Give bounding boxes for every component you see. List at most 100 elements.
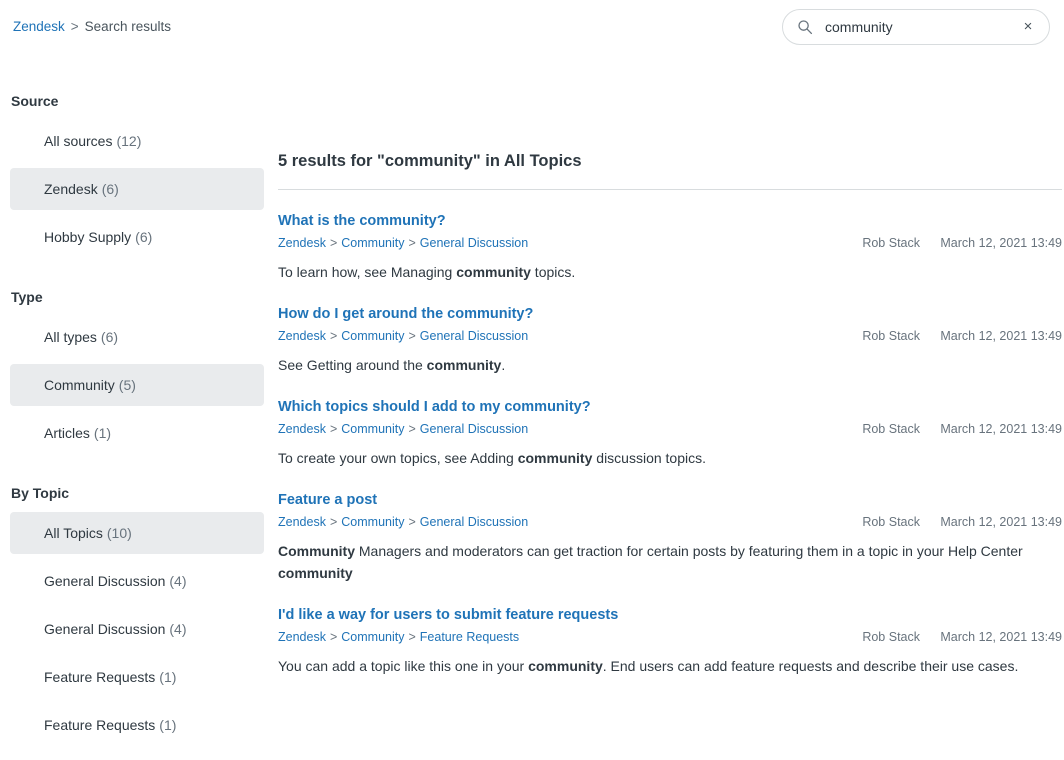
search-input[interactable] xyxy=(813,11,1015,43)
result-meta-row: Zendesk > Community > Feature Requests Rob St… xyxy=(278,629,1062,645)
result-breadcrumb: Zendesk > Community > General Discussion xyxy=(278,421,862,437)
result-snippet-text: . End users can add feature requests and… xyxy=(602,658,1019,674)
search-icon xyxy=(797,19,813,35)
clear-search-icon[interactable]: × xyxy=(1015,14,1041,40)
breadcrumb-separator: > xyxy=(329,515,338,529)
result-breadcrumb-link[interactable]: Zendesk xyxy=(278,329,326,343)
result-breadcrumb-link[interactable]: General Discussion xyxy=(420,422,528,436)
facet-item-feature-requests[interactable]: Feature Requests (1) xyxy=(10,704,264,746)
facet-item-community[interactable]: Community (5) xyxy=(10,364,264,406)
result-breadcrumb-link[interactable]: General Discussion xyxy=(420,236,528,250)
result-author: Rob Stack xyxy=(862,630,920,644)
breadcrumb: Zendesk > Search results xyxy=(13,19,171,35)
breadcrumb-separator: > xyxy=(329,329,338,343)
result-meta-row: Zendesk > Community > General Discussion Rob … xyxy=(278,514,1062,530)
facet-item-label: General Discussion xyxy=(44,621,166,637)
facet-item-label: Zendesk xyxy=(44,181,98,197)
result-title-link[interactable]: I'd like a way for users to submit featu… xyxy=(278,606,618,625)
result-breadcrumb-link[interactable]: General Discussion xyxy=(420,515,528,529)
search-box[interactable]: × xyxy=(782,9,1050,45)
result-title-link[interactable]: How do I get around the community? xyxy=(278,305,533,324)
facet-item-label: Articles xyxy=(44,425,90,441)
facet-item-count: (4) xyxy=(169,621,187,637)
result-breadcrumb-link[interactable]: Zendesk xyxy=(278,236,326,250)
result-date: March 12, 2021 13:49 xyxy=(940,329,1062,343)
facet-group: By Topic All Topics (10) General Discussion… xyxy=(0,484,274,746)
result-snippet-text: topics. xyxy=(530,264,576,280)
search-result-item: Which topics should I add to my communit… xyxy=(278,376,1062,469)
facet-item-label: All types xyxy=(44,329,97,345)
facet-group: Source All sources (12) Zendesk (6) Hobby Sup… xyxy=(0,92,274,258)
result-breadcrumb-link[interactable]: Community xyxy=(341,422,404,436)
breadcrumb-separator: > xyxy=(408,422,416,436)
breadcrumb-separator: > xyxy=(408,630,416,644)
result-snippet-highlight: community xyxy=(426,357,502,373)
result-author: Rob Stack xyxy=(862,515,920,529)
result-breadcrumb-link[interactable]: Community xyxy=(341,236,404,250)
result-snippet-text: To create your own topics, see Adding xyxy=(278,450,518,466)
facet-section-gap xyxy=(0,464,274,484)
facet-item-label: General Discussion xyxy=(44,573,166,589)
result-breadcrumb-link[interactable]: Community xyxy=(341,630,404,644)
result-snippet: You can add a topic like this one in you… xyxy=(278,655,1026,677)
breadcrumb-separator: > xyxy=(329,422,338,436)
breadcrumb-separator: > xyxy=(329,630,338,644)
facet-item-label: All Topics xyxy=(44,525,103,541)
facet-item-articles[interactable]: Articles (1) xyxy=(10,412,264,454)
result-snippet-text: discussion topics. xyxy=(592,450,706,466)
result-breadcrumb-link[interactable]: General Discussion xyxy=(420,329,528,343)
facet-list: All types (6) Community (5) Articles (1) xyxy=(0,316,274,454)
result-snippet-highlight: community xyxy=(278,565,353,581)
result-snippet: To create your own topics, see Adding co… xyxy=(278,447,1026,469)
facet-item-all-topics[interactable]: All Topics (10) xyxy=(10,512,264,554)
filters-sidebar: Source All sources (12) Zendesk (6) Hobby Sup… xyxy=(0,54,274,756)
facet-title: Source xyxy=(11,93,59,109)
search-result-item: How do I get around the community? Zendes… xyxy=(278,283,1062,376)
facet-item-feature-requests[interactable]: Feature Requests (1) xyxy=(10,656,264,698)
facet-item-hobby-supply[interactable]: Hobby Supply (6) xyxy=(10,216,264,258)
facet-list: All Topics (10) General Discussion (4) Gener… xyxy=(0,512,274,746)
result-title-link[interactable]: What is the community? xyxy=(278,212,446,231)
facet-list: All sources (12) Zendesk (6) Hobby Supply (6) xyxy=(0,120,274,258)
result-snippet: To learn how, see Managing community top… xyxy=(278,261,1026,283)
result-breadcrumb-link[interactable]: Community xyxy=(341,329,404,343)
search-results-panel: 5 results for "community" in All Topics … xyxy=(274,54,1064,677)
result-breadcrumb-link[interactable]: Zendesk xyxy=(278,630,326,644)
result-title-link[interactable]: Which topics should I add to my communit… xyxy=(278,398,591,417)
breadcrumb-separator: > xyxy=(408,515,416,529)
facet-title: Type xyxy=(11,289,43,305)
facet-item-general-discussion[interactable]: General Discussion (4) xyxy=(10,608,264,650)
facet-item-general-discussion[interactable]: General Discussion (4) xyxy=(10,560,264,602)
results-heading: 5 results for "community" in All Topics xyxy=(278,152,582,170)
breadcrumb-link-zendesk[interactable]: Zendesk xyxy=(13,19,65,34)
breadcrumb-separator: > xyxy=(408,329,416,343)
result-title-link[interactable]: Feature a post xyxy=(278,491,377,510)
facet-item-count: (12) xyxy=(116,133,142,149)
result-snippet-highlight: community xyxy=(517,450,593,466)
facet-item-zendesk[interactable]: Zendesk (6) xyxy=(10,168,264,210)
breadcrumb-separator: > xyxy=(70,19,79,34)
result-snippet-highlight: community xyxy=(456,264,531,280)
result-author: Rob Stack xyxy=(862,236,920,250)
result-breadcrumb: Zendesk > Community > Feature Requests xyxy=(278,629,862,645)
result-breadcrumb-link[interactable]: Community xyxy=(341,515,404,529)
facet-item-label: Hobby Supply xyxy=(44,229,132,245)
facet-item-count: (10) xyxy=(106,525,132,541)
result-breadcrumb-link[interactable]: Feature Requests xyxy=(420,630,519,644)
results-list: What is the community? Zendesk > Community >… xyxy=(274,190,1062,677)
facet-item-label: Feature Requests xyxy=(44,717,156,733)
search-result-item: I'd like a way for users to submit featu… xyxy=(278,584,1062,677)
result-meta-row: Zendesk > Community > General Discussion Rob … xyxy=(278,328,1062,344)
facet-group: Type All types (6) Community (5) Articles (1) xyxy=(0,288,274,454)
facet-item-count: (6) xyxy=(100,329,119,345)
facet-item-count: (1) xyxy=(93,425,112,441)
page-body: Source All sources (12) Zendesk (6) Hobby Sup… xyxy=(0,54,1064,756)
result-breadcrumb-link[interactable]: Zendesk xyxy=(278,422,326,436)
result-breadcrumb-link[interactable]: Zendesk xyxy=(278,515,326,529)
facet-item-all-sources[interactable]: All sources (12) xyxy=(10,120,264,162)
facet-item-count: (1) xyxy=(159,669,177,685)
result-breadcrumb: Zendesk > Community > General Discussion xyxy=(278,328,862,344)
result-meta-row: Zendesk > Community > General Discussion Rob … xyxy=(278,235,1062,251)
facet-item-count: (4) xyxy=(169,573,187,589)
facet-item-all-types[interactable]: All types (6) xyxy=(10,316,264,358)
